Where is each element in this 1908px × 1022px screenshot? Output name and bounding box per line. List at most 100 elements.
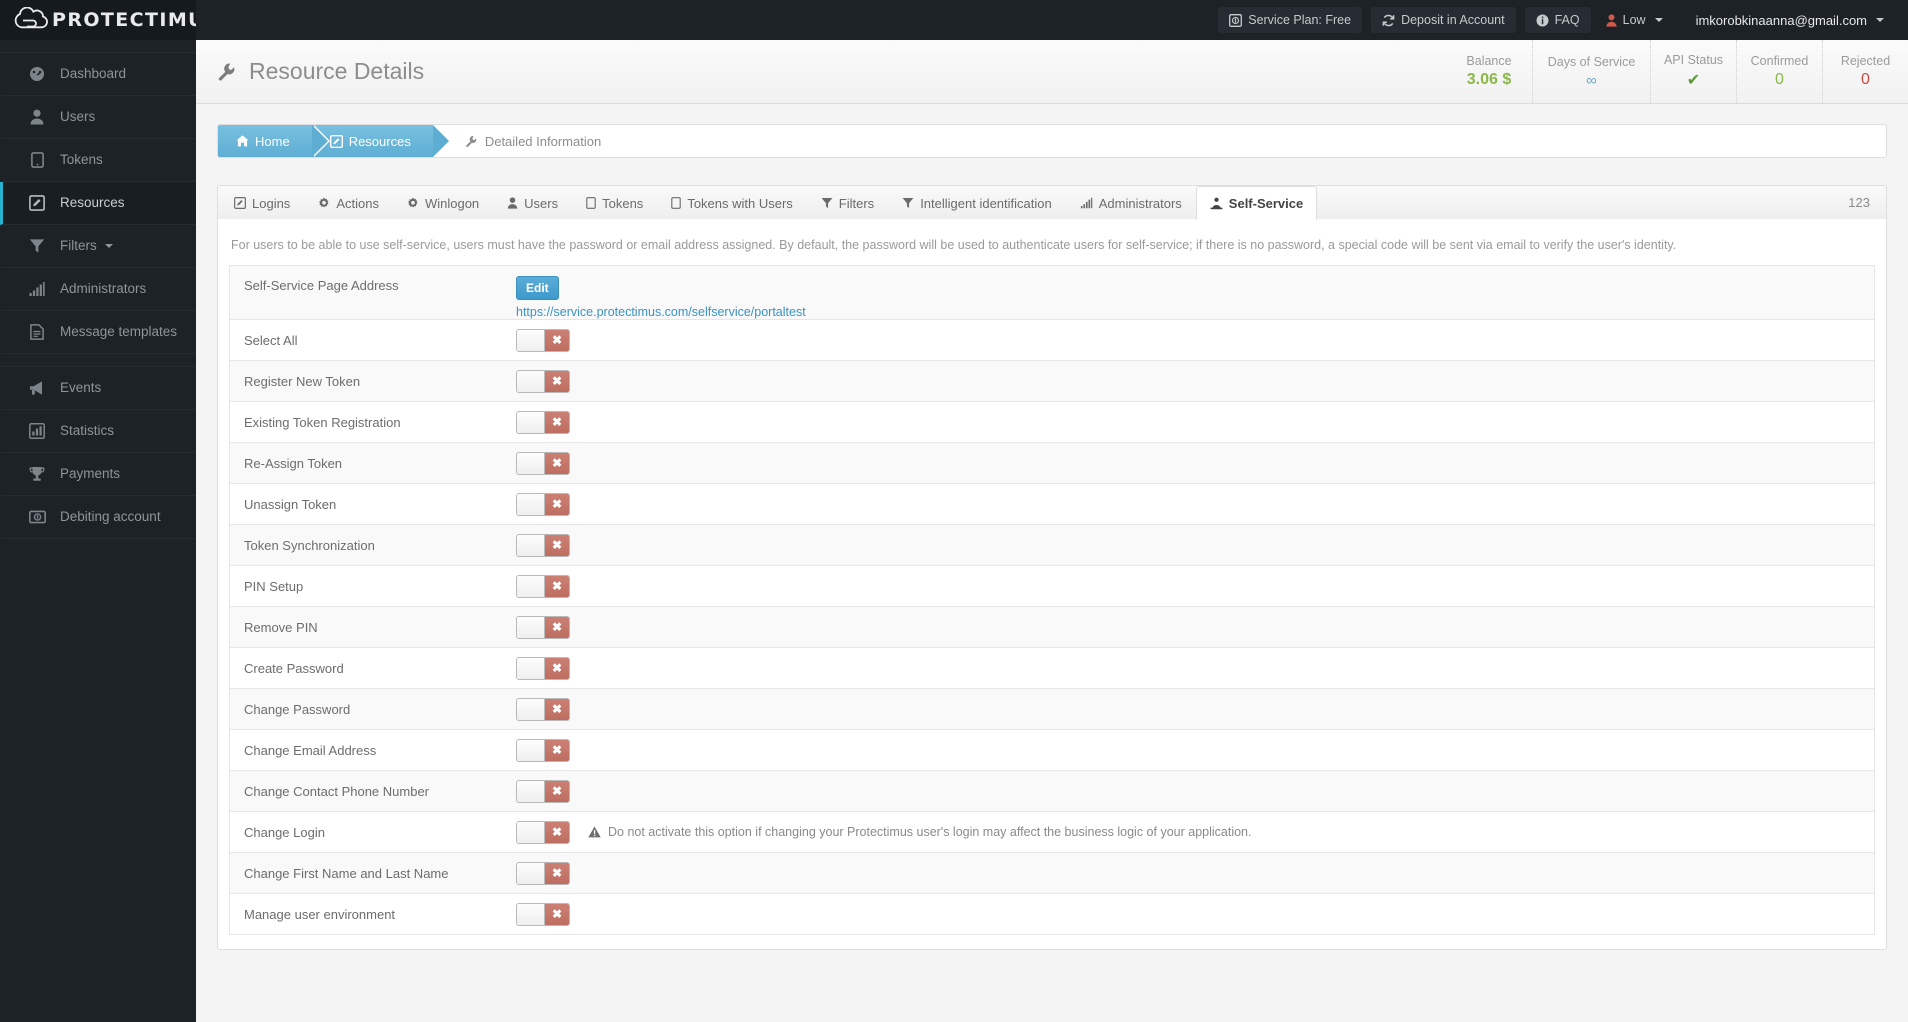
row-label: Change Contact Phone Number: [244, 783, 430, 799]
toggle-existing-token-registration[interactable]: ✖: [516, 410, 570, 434]
toggle-remove-pin[interactable]: ✖: [516, 615, 570, 639]
toggle-knob: [517, 739, 545, 761]
tab-tokens[interactable]: Tokens: [572, 186, 657, 219]
row-change-first-name-and-last-name: Change First Name and Last Name ✖: [230, 853, 1874, 894]
row-existing-token-registration: Existing Token Registration ✖: [230, 402, 1874, 443]
row-label: Create Password: [244, 660, 344, 676]
row-control: ✖: [516, 451, 1874, 475]
faq-button[interactable]: FAQ: [1524, 7, 1591, 33]
tab-filters[interactable]: Filters: [807, 186, 888, 219]
toggle-change-email-address[interactable]: ✖: [516, 738, 570, 762]
tab-tokens-with-users[interactable]: Tokens with Users: [657, 186, 806, 219]
self-service-icon: [1210, 197, 1223, 210]
change-login-warning: Do not activate this option if changing …: [588, 825, 1251, 839]
self-service-url-link[interactable]: https://service.protectimus.com/selfserv…: [516, 305, 806, 319]
toggle-register-new-token[interactable]: ✖: [516, 369, 570, 393]
toggle-create-password[interactable]: ✖: [516, 656, 570, 680]
toggle-unassign-token[interactable]: ✖: [516, 492, 570, 516]
toggle-manage-user-environment[interactable]: ✖: [516, 902, 570, 926]
toggle-knob: [517, 657, 545, 679]
sidebar-nav-secondary: Events Statistics Payments Debiting acco…: [0, 367, 196, 539]
brand-logo[interactable]: PROTECTIMUS: [0, 0, 219, 40]
app-root: PROTECTIMUS Dashboard Users Tokens Resou…: [0, 0, 1908, 1022]
service-plan-button[interactable]: Service Plan: Free: [1218, 7, 1363, 33]
stat-key: Days of Service: [1547, 54, 1636, 69]
sidebar-item-label: Debiting account: [60, 508, 161, 524]
sidebar-item-label: Filters: [60, 237, 97, 253]
row-register-new-token: Register New Token ✖: [230, 361, 1874, 402]
toggle-change-password[interactable]: ✖: [516, 697, 570, 721]
row-label: PIN Setup: [244, 578, 304, 594]
toggle-off-glyph: ✖: [545, 862, 569, 884]
edit-button[interactable]: Edit: [516, 276, 559, 300]
stat-days-of-service: Days of Service ∞: [1532, 39, 1650, 104]
toggle-knob: [517, 329, 545, 351]
toggle-select-all[interactable]: ✖: [516, 328, 570, 352]
row-token-synchronization: Token Synchronization ✖: [230, 525, 1874, 566]
sidebar-item-filters[interactable]: Filters: [0, 225, 196, 268]
balance-level-dropdown[interactable]: Low: [1600, 7, 1669, 33]
deposit-in-account-button[interactable]: Deposit in Account: [1371, 7, 1516, 33]
toggle-re-assign-token[interactable]: ✖: [516, 451, 570, 475]
row-label: Change Login: [244, 824, 325, 840]
sidebar-item-dashboard[interactable]: Dashboard: [0, 53, 196, 96]
sidebar-item-message-templates[interactable]: Message templates: [0, 311, 196, 354]
refresh-icon: [1382, 14, 1395, 27]
sidebar-item-administrators[interactable]: Administrators: [0, 268, 196, 311]
gear-icon: [407, 197, 419, 209]
user-email-label: imkorobkinaanna@gmail.com: [1695, 12, 1867, 28]
stat-balance: Balance 3.06 $: [1446, 40, 1532, 104]
stat-value: ✔: [1686, 72, 1701, 89]
tab-self-service[interactable]: Self-Service: [1195, 186, 1318, 220]
toggle-knob: [517, 452, 545, 474]
sidebar-item-debiting-account[interactable]: Debiting account: [0, 496, 196, 539]
tab-intelligent-identification[interactable]: Intelligent identification: [888, 186, 1066, 219]
toggle-change-first-name-and-last-name[interactable]: ✖: [516, 861, 570, 885]
sidebar-item-resources[interactable]: Resources: [0, 182, 196, 225]
breadcrumb-item-resources[interactable]: Resources: [311, 125, 451, 157]
breadcrumb-label: Detailed Information: [484, 133, 602, 149]
tab-bar: Logins Actions Winlogon Users Tokens Tok…: [217, 185, 1887, 220]
toggle-change-contact-phone-number[interactable]: ✖: [516, 779, 570, 803]
content-area: Home Resources Detailed Information Logi…: [196, 104, 1908, 1022]
info-icon: [1536, 14, 1549, 27]
toggle-knob: [517, 903, 545, 925]
sidebar-item-payments[interactable]: Payments: [0, 453, 196, 496]
toggle-knob: [517, 370, 545, 392]
sidebar-item-tokens[interactable]: Tokens: [0, 139, 196, 182]
banknote-icon: [24, 510, 50, 524]
settings-rows: Self-Service Page Address Edit https://s…: [229, 265, 1875, 935]
breadcrumb-item-home[interactable]: Home: [218, 125, 330, 157]
tab-administrators[interactable]: Administrators: [1066, 186, 1196, 219]
stat-key: API Status: [1663, 53, 1724, 67]
tab-actions[interactable]: Actions: [304, 186, 393, 219]
user-icon: [507, 197, 518, 209]
user-icon: [1606, 13, 1617, 27]
tab-users[interactable]: Users: [493, 186, 572, 219]
sidebar-item-users[interactable]: Users: [0, 96, 196, 139]
row-label: Existing Token Registration: [244, 414, 401, 430]
row-control: ✖: [516, 574, 1874, 598]
user-icon: [24, 109, 50, 125]
tab-label: Filters: [838, 195, 875, 211]
row-re-assign-token: Re-Assign Token ✖: [230, 443, 1874, 484]
toggle-token-synchronization[interactable]: ✖: [516, 533, 570, 557]
row-control: ✖: [516, 328, 1874, 352]
stat-key: Rejected: [1840, 54, 1891, 68]
tab-winlogon[interactable]: Winlogon: [393, 186, 493, 219]
user-menu[interactable]: imkorobkinaanna@gmail.com: [1690, 7, 1890, 33]
tab-label: Tokens: [602, 195, 644, 211]
sidebar-item-events[interactable]: Events: [0, 367, 196, 410]
edit-square-icon: [329, 134, 343, 148]
row-control: ✖: [516, 697, 1874, 721]
toggle-pin-setup[interactable]: ✖: [516, 574, 570, 598]
tab-logins[interactable]: Logins: [220, 186, 304, 219]
row-label: Change Password: [244, 701, 351, 717]
sidebar-item-statistics[interactable]: Statistics: [0, 410, 196, 453]
toggle-off-glyph: ✖: [545, 616, 569, 638]
stats-bar: Balance 3.06 $ Days of Service ∞ API Sta…: [1446, 39, 1908, 104]
row-create-password: Create Password ✖: [230, 648, 1874, 689]
dashboard-icon: [24, 66, 50, 82]
toggle-change-login[interactable]: ✖: [516, 820, 570, 844]
row-control: ✖: [516, 533, 1874, 557]
